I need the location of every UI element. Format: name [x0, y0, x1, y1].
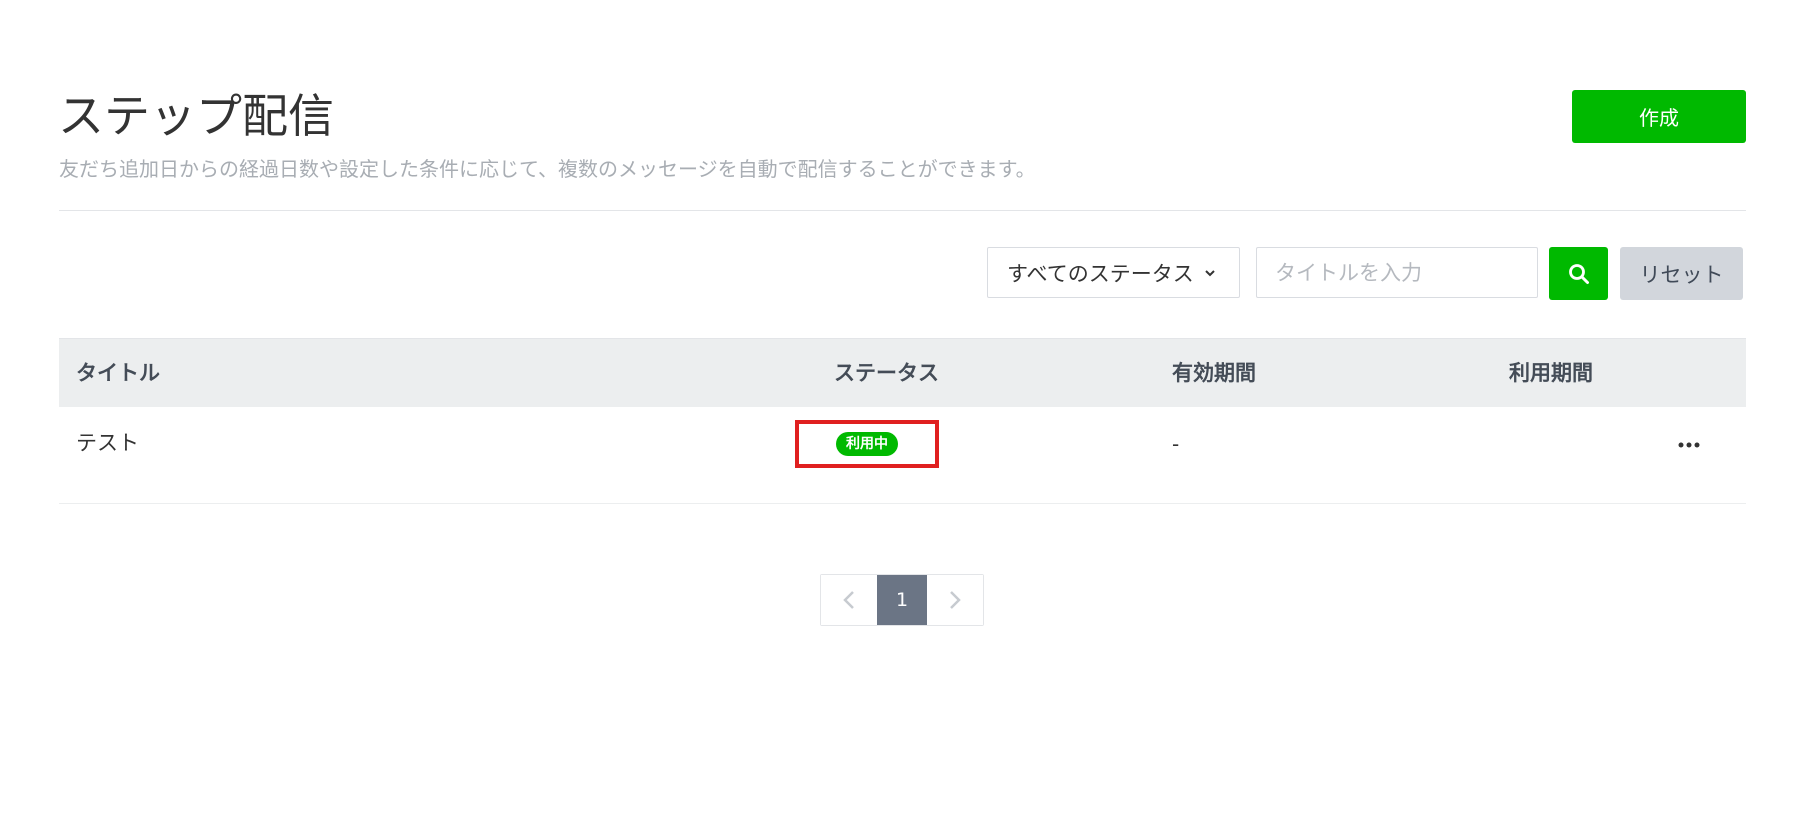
pagination: 1: [820, 574, 984, 626]
pagination-prev[interactable]: [821, 575, 877, 625]
reset-button[interactable]: リセット: [1620, 247, 1743, 300]
create-button[interactable]: 作成: [1572, 90, 1746, 143]
table-header: タイトル ステータス 有効期間 利用期間: [59, 338, 1746, 407]
title-search-input[interactable]: [1256, 247, 1538, 298]
chevron-down-icon: [1204, 269, 1215, 276]
row-more-button[interactable]: [1673, 435, 1705, 455]
pagination-page-current[interactable]: 1: [877, 575, 927, 625]
status-filter-select[interactable]: すべてのステータス: [987, 247, 1240, 298]
header-divider: [59, 210, 1746, 211]
column-header-status: ステータス: [834, 361, 939, 385]
page-description: 友だち追加日からの経過日数や設定した条件に応じて、複数のメッセージを自動で配信す…: [59, 157, 1036, 181]
table-row[interactable]: テスト 利用中 -: [59, 407, 1746, 504]
row-valid-period: -: [1172, 432, 1180, 456]
more-horizontal-icon: [1678, 442, 1700, 448]
status-badge: 利用中: [836, 432, 898, 456]
status-highlight-box: 利用中: [795, 420, 939, 468]
step-message-table: タイトル ステータス 有効期間 利用期間 テスト 利用中 -: [59, 338, 1746, 504]
page-title: ステップ配信: [58, 89, 334, 143]
chevron-left-icon: [843, 591, 854, 609]
column-header-usage-period: 利用期間: [1509, 361, 1593, 385]
column-header-valid-period: 有効期間: [1172, 361, 1256, 385]
column-header-title: タイトル: [76, 361, 160, 385]
search-button[interactable]: [1549, 247, 1608, 300]
row-title[interactable]: テスト: [76, 427, 139, 457]
pagination-next[interactable]: [927, 575, 983, 625]
chevron-right-icon: [950, 591, 961, 609]
search-icon: [1568, 263, 1589, 284]
status-filter-value: すべてのステータス: [1007, 261, 1194, 286]
